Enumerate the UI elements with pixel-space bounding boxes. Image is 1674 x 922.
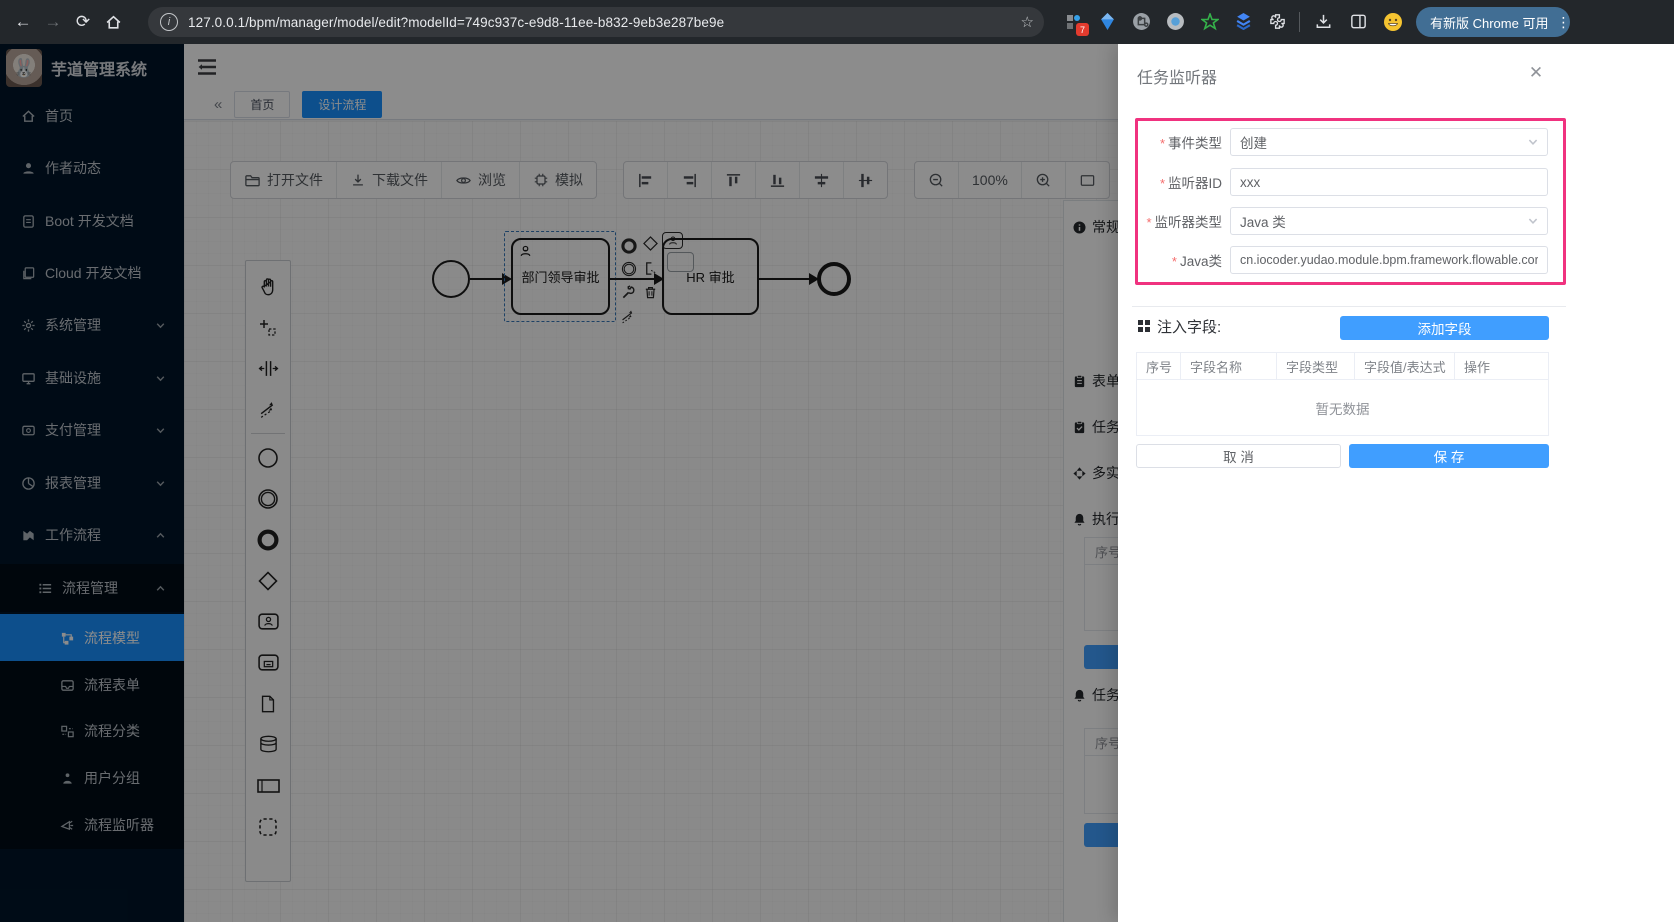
- java-class-input-value[interactable]: [1240, 253, 1538, 267]
- chrome-update-button[interactable]: 有新版 Chrome 可用 ⋮: [1416, 7, 1570, 37]
- browser-reload-icon[interactable]: ⟳: [68, 7, 98, 37]
- bookmark-star-icon[interactable]: ☆: [1021, 13, 1034, 31]
- browser-toolbar: ← → ⟳ i 127.0.0.1/bpm/manager/model/edit…: [0, 0, 1674, 44]
- field-label: *Java类: [1118, 250, 1222, 270]
- cancel-button[interactable]: 取 消: [1136, 444, 1341, 468]
- select-value: 创建: [1240, 132, 1267, 152]
- field-label: *监听器ID: [1118, 172, 1222, 192]
- extension-icon-6[interactable]: [1233, 11, 1254, 32]
- java-class-input[interactable]: [1230, 246, 1548, 274]
- column-header-field-value: 字段值/表达式: [1355, 353, 1455, 379]
- extension-badge: 7: [1076, 23, 1089, 36]
- save-button[interactable]: 保 存: [1349, 444, 1549, 468]
- profile-avatar[interactable]: [1382, 11, 1403, 32]
- field-label-text: 监听器类型: [1155, 215, 1223, 230]
- listener-type-select[interactable]: Java 类: [1230, 207, 1548, 235]
- chrome-menu-icon[interactable]: ⋮: [1556, 20, 1562, 25]
- browser-back-icon[interactable]: ←: [8, 7, 38, 37]
- field-label-text: 监听器ID: [1168, 176, 1222, 191]
- site-info-icon[interactable]: i: [160, 13, 178, 31]
- field-label-text: Java类: [1180, 254, 1222, 269]
- extension-icon-2[interactable]: [1097, 11, 1118, 32]
- extension-icon-4[interactable]: [1165, 11, 1186, 32]
- side-panel-icon[interactable]: [1348, 11, 1369, 32]
- empty-state-text: 暂无数据: [1137, 380, 1548, 435]
- listener-id-input-value[interactable]: [1240, 175, 1538, 190]
- required-mark: *: [1160, 136, 1165, 151]
- column-header-actions: 操作: [1455, 353, 1548, 379]
- drawer-title: 任务监听器: [1137, 64, 1217, 88]
- chevron-down-icon: [1527, 215, 1539, 227]
- inject-fields-label: 注入字段:: [1157, 316, 1221, 337]
- save-label: 保 存: [1434, 446, 1465, 466]
- field-label-text: 事件类型: [1168, 136, 1222, 151]
- field-label: * 监听器类型: [1118, 211, 1222, 231]
- inject-fields-header: 注入字段:: [1138, 312, 1221, 340]
- address-bar[interactable]: i 127.0.0.1/bpm/manager/model/edit?model…: [148, 7, 1044, 37]
- browser-home-icon[interactable]: [98, 7, 128, 37]
- required-mark: *: [1172, 254, 1177, 269]
- required-mark: *: [1146, 215, 1151, 230]
- add-field-label: 添加字段: [1418, 318, 1472, 338]
- cancel-label: 取 消: [1223, 446, 1254, 466]
- field-label: *事件类型: [1118, 132, 1222, 152]
- downloads-icon[interactable]: [1313, 11, 1334, 32]
- column-header-field-name: 字段名称: [1181, 353, 1277, 379]
- extension-icon-3[interactable]: [1131, 11, 1152, 32]
- extensions-puzzle-icon[interactable]: [1267, 11, 1288, 32]
- browser-forward-icon[interactable]: →: [38, 7, 68, 37]
- grid-icon: [1138, 320, 1150, 332]
- task-listener-drawer: 任务监听器 ✕ *事件类型 创建 *监听器ID *监听器类型 Java 类: [1118, 44, 1674, 922]
- add-field-button[interactable]: 添加字段: [1340, 316, 1549, 340]
- event-type-select[interactable]: 创建: [1230, 128, 1548, 156]
- column-header-field-type: 字段类型: [1277, 353, 1355, 379]
- extension-icon-5[interactable]: [1199, 11, 1220, 32]
- listener-id-input[interactable]: [1230, 168, 1548, 196]
- chrome-divider: [1299, 12, 1300, 32]
- inject-fields-table: 序号 字段名称 字段类型 字段值/表达式 操作 暂无数据: [1136, 352, 1549, 436]
- table-header-row: 序号 字段名称 字段类型 字段值/表达式 操作: [1137, 353, 1548, 380]
- section-divider: [1132, 306, 1566, 307]
- screen: ← → ⟳ i 127.0.0.1/bpm/manager/model/edit…: [0, 0, 1674, 922]
- required-mark: *: [1160, 176, 1165, 191]
- close-icon[interactable]: ✕: [1526, 63, 1546, 83]
- app-window: 🐰 芋道管理系统 首页 作者动态 Boot 开发文档 Cloud 开发文档: [0, 44, 1674, 922]
- extension-icon-1[interactable]: 7: [1063, 11, 1084, 32]
- chevron-down-icon: [1527, 136, 1539, 148]
- chrome-update-label: 有新版 Chrome 可用: [1430, 13, 1548, 32]
- column-header-seq: 序号: [1137, 353, 1181, 379]
- select-value: Java 类: [1240, 211, 1286, 231]
- url-text[interactable]: 127.0.0.1/bpm/manager/model/edit?modelId…: [188, 15, 724, 30]
